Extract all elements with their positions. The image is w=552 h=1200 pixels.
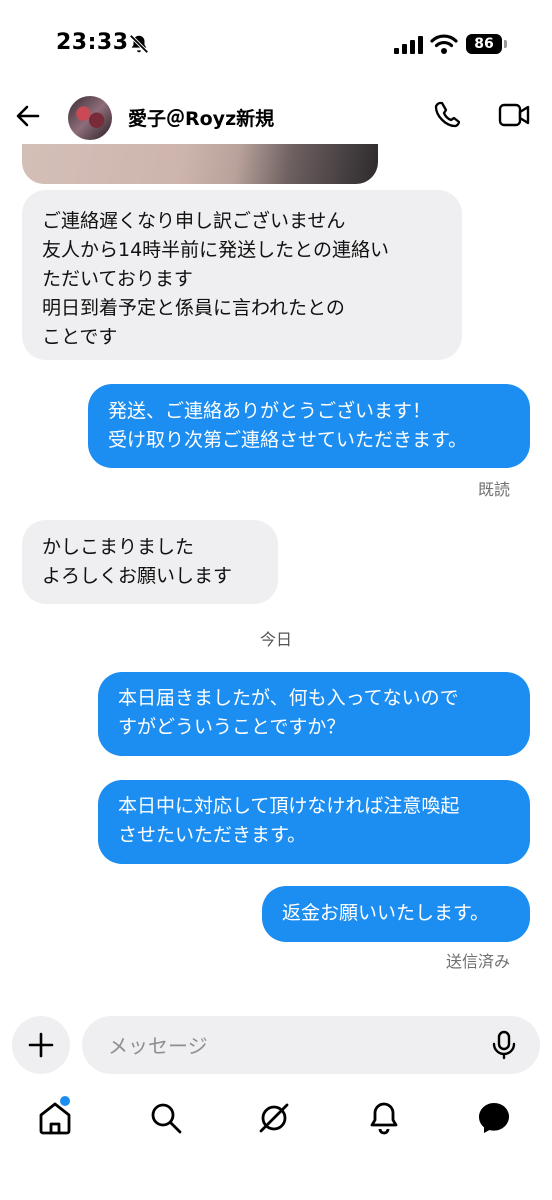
read-receipt: 既読 [477, 480, 510, 499]
video-call-icon[interactable] [498, 102, 530, 128]
contact-name[interactable]: 愛子＠Royz新規 [128, 104, 274, 131]
attach-button[interactable] [12, 1016, 70, 1074]
battery-indicator: 86 [466, 34, 510, 56]
sent-status: 送信済み [445, 952, 510, 971]
status-time: 23:33 [56, 30, 129, 55]
message-composer[interactable] [82, 1016, 540, 1074]
search-icon[interactable] [148, 1100, 184, 1136]
incoming-message[interactable]: かしこまりました よろしくお願いします [22, 520, 278, 604]
message-input[interactable] [106, 1030, 480, 1062]
shared-photo[interactable] [22, 144, 378, 184]
home-icon[interactable] [37, 1100, 73, 1136]
messages-icon[interactable] [476, 1100, 512, 1136]
battery-level: 86 [466, 34, 502, 54]
notifications-icon[interactable] [366, 1100, 402, 1136]
outgoing-message[interactable]: 本日中に対応して頂けなければ注意喚起 させたいただきます。 [98, 780, 530, 864]
notification-dot [60, 1096, 70, 1106]
plus-icon [28, 1032, 54, 1058]
contact-avatar[interactable] [68, 96, 112, 140]
silent-bell-icon [129, 34, 149, 54]
microphone-icon[interactable] [490, 1030, 518, 1060]
outgoing-message[interactable]: 発送、ご連絡ありがとうございます！ 受け取り次第ご連絡させていただきます。 [88, 384, 530, 468]
back-arrow-icon[interactable] [14, 102, 42, 130]
wifi-icon [430, 34, 458, 54]
outgoing-message[interactable]: 本日届きましたが、何も入ってないので すがどういうことですか？ [98, 672, 530, 756]
date-separator: 今日 [259, 630, 292, 649]
cellular-signal-icon [394, 36, 423, 54]
battery-tip [504, 40, 507, 48]
phone-call-icon[interactable] [432, 100, 462, 130]
incoming-message[interactable]: ご連絡遅くなり申し訳ございません 友人から14時半前に発送したとの連絡い ただい… [22, 190, 462, 360]
explore-icon[interactable] [256, 1100, 292, 1136]
outgoing-message[interactable]: 返金お願いいたします。 [262, 886, 530, 942]
